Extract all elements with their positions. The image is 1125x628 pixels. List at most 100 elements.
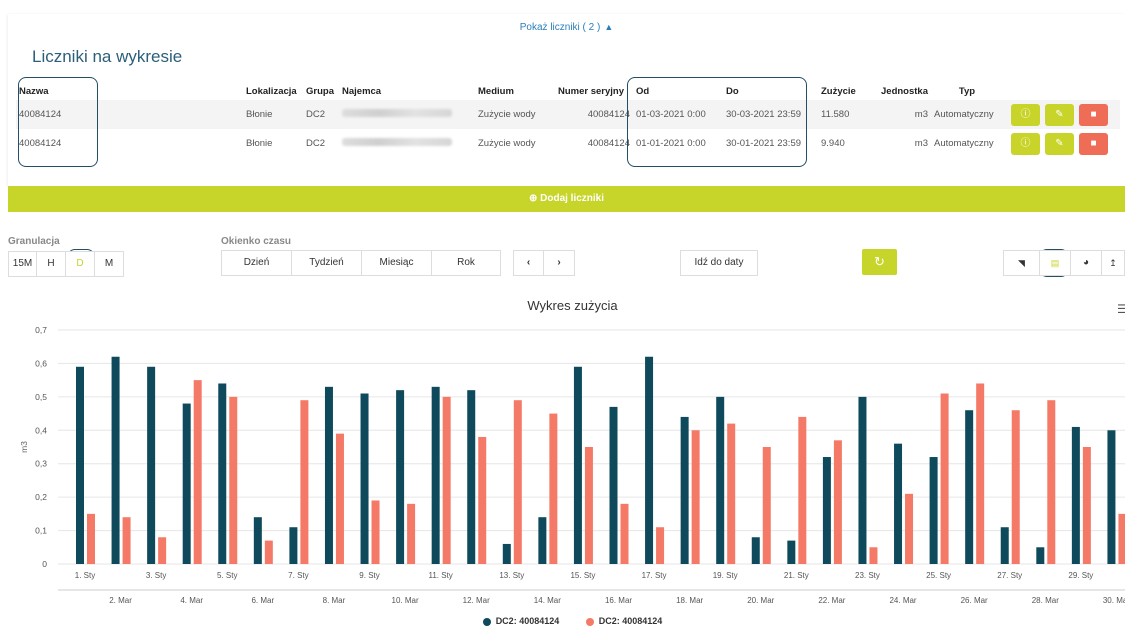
x-tick-label-top: 25. Sty bbox=[926, 571, 951, 580]
y-tick-label: 0,6 bbox=[35, 358, 47, 368]
cell-od: 01-03-2021 0:00 bbox=[636, 109, 706, 120]
bar-series-b bbox=[87, 513, 95, 564]
cell-jednostka: m3 bbox=[914, 138, 928, 149]
cell-zuzycie: 9.940 bbox=[821, 138, 845, 149]
chevron-up-icon[interactable]: ▲ bbox=[604, 22, 613, 32]
bar-series-a bbox=[324, 386, 333, 564]
bar-series-a bbox=[858, 396, 867, 564]
chart-type-bar[interactable]: ▤ bbox=[1039, 250, 1071, 276]
legend-label-a: DC2: 40084124 bbox=[495, 616, 560, 626]
bar-series-b bbox=[762, 447, 771, 564]
refresh-button[interactable]: ↻ bbox=[862, 249, 897, 275]
cell-medium: Zużycie wody bbox=[478, 138, 536, 149]
granulacja-m[interactable]: M bbox=[94, 251, 124, 277]
bar-series-a bbox=[182, 403, 191, 564]
header-najemca: Najemca bbox=[342, 85, 382, 97]
x-tick-label-bottom: 8. Mar bbox=[323, 596, 346, 605]
cell-do: 30-01-2021 23:59 bbox=[726, 138, 802, 149]
bar-series-b bbox=[798, 416, 807, 564]
bar-series-a bbox=[76, 366, 84, 564]
bar-series-b bbox=[442, 396, 451, 564]
cell-numer: 40084124 bbox=[587, 138, 630, 149]
x-tick-label-bottom: 24. Mar bbox=[889, 596, 916, 605]
prev-button[interactable]: ‹ bbox=[513, 250, 544, 276]
info-icon: ⓘ bbox=[1020, 137, 1031, 149]
granulacja-d[interactable]: D bbox=[65, 251, 95, 277]
bar-series-a bbox=[1071, 426, 1080, 564]
cell-od: 01-01-2021 0:00 bbox=[636, 138, 706, 149]
header-numer-seryjny: Numer seryjny bbox=[558, 85, 625, 97]
meters-table: Nazwa Lokalizacja Grupa Najemca Medium N… bbox=[16, 82, 1120, 158]
info-button[interactable]: ⓘ bbox=[1011, 132, 1040, 155]
okienko-rok[interactable]: Rok bbox=[431, 250, 501, 276]
bar-series-a bbox=[716, 396, 725, 564]
y-tick-label: 0,7 bbox=[35, 325, 47, 335]
legend-item-series-a[interactable]: DC2: 40084124 bbox=[482, 616, 560, 626]
chart-type-pie[interactable]: ◕ bbox=[1070, 250, 1102, 276]
delete-button[interactable]: ■ bbox=[1079, 103, 1108, 126]
header-grupa: Grupa bbox=[306, 85, 334, 97]
cell-najemca bbox=[339, 129, 475, 158]
y-tick-label: 0 bbox=[42, 559, 47, 569]
bar-series-b bbox=[940, 393, 949, 564]
bar-series-b bbox=[1011, 410, 1020, 564]
cell-actions: ⓘ ✎ ■ bbox=[1003, 129, 1120, 158]
chart-type-area[interactable]: ◥ bbox=[1003, 250, 1040, 276]
hamburger-menu-icon[interactable]: ☰ bbox=[1117, 302, 1125, 316]
header-jednostka: Jednostka bbox=[881, 85, 928, 97]
chart-title: Wykres zużycia bbox=[527, 298, 618, 313]
x-tick-label-bottom: 4. Mar bbox=[180, 596, 203, 605]
cell-actions: ⓘ ✎ ■ bbox=[1003, 100, 1120, 129]
bar-series-b bbox=[976, 383, 985, 564]
chart-type-line[interactable]: ↥ bbox=[1101, 250, 1125, 276]
cell-grupa: DC2 bbox=[306, 138, 326, 149]
bar-series-b bbox=[691, 430, 700, 564]
chart-legend: DC2: 40084124 DC2: 40084124 bbox=[0, 616, 1125, 626]
cell-nazwa: 40084124 bbox=[19, 109, 62, 120]
bar-series-a bbox=[822, 457, 831, 564]
show-meters-toggle[interactable]: Pokaż liczniki ( 2 ) ▲ bbox=[8, 22, 1125, 33]
edit-button[interactable]: ✎ bbox=[1045, 103, 1074, 126]
okienko-tydzien[interactable]: Tydzień bbox=[291, 250, 362, 276]
cell-numer: 40084124 bbox=[587, 109, 630, 120]
x-tick-label-bottom: 30. Mar bbox=[1103, 596, 1125, 605]
okienko-dzien[interactable]: Dzień bbox=[221, 250, 292, 276]
okienko-miesiac[interactable]: Miesiąc bbox=[361, 250, 432, 276]
y-tick-label: 0,4 bbox=[35, 425, 47, 435]
bar-series-a bbox=[502, 543, 511, 564]
add-meters-label: Dodaj liczniki bbox=[540, 193, 605, 204]
header-actions bbox=[1003, 82, 1120, 100]
delete-button[interactable]: ■ bbox=[1079, 132, 1108, 155]
bar-series-b bbox=[833, 440, 842, 564]
show-meters-label[interactable]: Pokaż liczniki ( 2 ) bbox=[520, 22, 601, 33]
x-tick-label-top: 3. Sty bbox=[146, 571, 166, 580]
bar-series-b bbox=[264, 540, 273, 564]
bar-series-a bbox=[360, 393, 369, 564]
info-button[interactable]: ⓘ bbox=[1011, 103, 1040, 126]
granulacja-h[interactable]: H bbox=[36, 251, 66, 277]
x-tick-label-bottom: 16. Mar bbox=[605, 596, 632, 605]
x-tick-label-bottom: 2. Mar bbox=[109, 596, 132, 605]
bar-series-b bbox=[1047, 400, 1056, 564]
next-button[interactable]: › bbox=[543, 250, 575, 276]
x-tick-label-top: 27. Sty bbox=[997, 571, 1022, 580]
legend-dot-b bbox=[585, 617, 594, 626]
legend-item-series-b[interactable]: DC2: 40084124 bbox=[585, 616, 662, 626]
table-row: 40084124 Błonie DC2 Zużycie wody 4008412… bbox=[16, 129, 1120, 158]
x-tick-label-top: 1. Sty bbox=[75, 571, 95, 580]
redacted-tenant bbox=[342, 109, 452, 117]
header-do: Do bbox=[726, 85, 739, 97]
legend-dot-a bbox=[482, 617, 491, 626]
bar-series-a bbox=[1000, 527, 1009, 564]
granulacja-15m[interactable]: 15M bbox=[8, 251, 37, 277]
x-tick-label-top: 17. Sty bbox=[642, 571, 667, 580]
bar-series-a bbox=[147, 366, 156, 564]
edit-button[interactable]: ✎ bbox=[1045, 132, 1074, 155]
x-tick-label-top: 15. Sty bbox=[570, 571, 595, 580]
cell-lokalizacja: Błonie bbox=[246, 138, 273, 149]
add-meters-button[interactable]: ⊕ Dodaj liczniki bbox=[8, 186, 1125, 212]
x-tick-label-top: 7. Sty bbox=[288, 571, 308, 580]
goto-date-button[interactable]: Idź do daty bbox=[680, 250, 758, 276]
header-zuzycie: Zużycie bbox=[821, 85, 856, 97]
x-tick-label-bottom: 20. Mar bbox=[747, 596, 774, 605]
